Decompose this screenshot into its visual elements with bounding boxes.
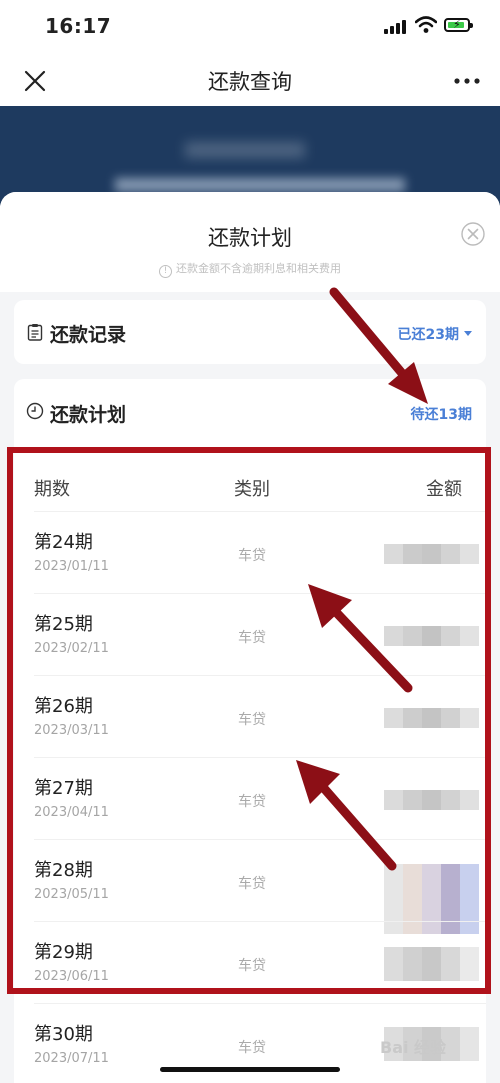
more-icon[interactable] — [452, 68, 482, 94]
row-period: 第30期 — [34, 1024, 93, 1045]
battery-icon: ⚡ — [444, 18, 473, 32]
close-circle-icon[interactable] — [461, 222, 485, 246]
sheet-title: 还款计划 — [208, 226, 292, 250]
info-icon: ! — [159, 265, 172, 278]
row-type: 车贷 — [238, 1040, 266, 1056]
highlight-box — [7, 447, 491, 994]
records-label: 还款记录 — [50, 324, 127, 346]
clipboard-icon — [27, 324, 43, 341]
blurred-text — [115, 178, 405, 192]
fee-note-text: 还款金额不含逾期利息和相关费用 — [176, 262, 341, 275]
page-title: 还款查询 — [208, 70, 292, 94]
blurred-text — [185, 142, 305, 158]
repayment-records-card[interactable]: 还款记录 已还23期 — [14, 300, 486, 364]
watermark: Bai 经验 — [380, 1038, 447, 1057]
sheet-header: 还款计划 ! 还款金额不含逾期利息和相关费用 — [0, 192, 500, 292]
account-banner — [0, 106, 500, 206]
paid-count: 已还23期 — [397, 327, 459, 343]
caret-down-icon — [464, 331, 472, 336]
status-bar: 16:17 ⚡ — [0, 0, 500, 56]
nav-bar: 还款查询 — [0, 56, 500, 106]
signal-icon — [384, 20, 408, 34]
pending-count[interactable]: 待还13期 — [411, 404, 472, 424]
status-time: 16:17 — [45, 14, 112, 38]
clock-icon — [26, 402, 44, 420]
wifi-icon — [415, 16, 437, 33]
paid-count-dropdown[interactable]: 已还23期 — [398, 324, 472, 344]
plan-label: 还款计划 — [50, 404, 127, 426]
home-indicator — [160, 1067, 340, 1072]
fee-note: ! 还款金额不含逾期利息和相关费用 — [0, 260, 500, 278]
divider — [34, 1003, 486, 1004]
row-date: 2023/07/11 — [34, 1051, 109, 1066]
